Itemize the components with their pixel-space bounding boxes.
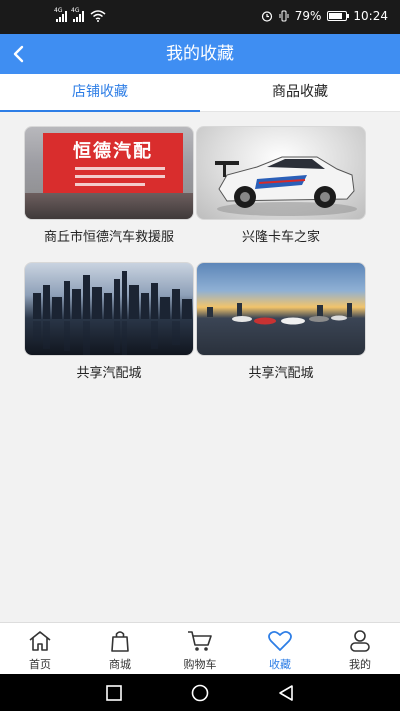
signal-icon: 4G <box>71 7 84 22</box>
nav-favorites[interactable]: 收藏 <box>240 623 320 674</box>
store-photo <box>24 262 194 356</box>
nav-home[interactable]: 首页 <box>0 623 80 674</box>
battery-icon <box>327 11 350 21</box>
signal-icon: 4G <box>54 7 67 22</box>
back-nav-button[interactable] <box>276 683 296 703</box>
favorite-name: 共享汽配城 <box>248 366 314 381</box>
home-icon <box>29 631 51 651</box>
nav-label: 收藏 <box>269 658 291 671</box>
nav-label: 首页 <box>29 658 51 671</box>
wifi-icon <box>90 10 106 22</box>
nav-mall[interactable]: 商城 <box>80 623 160 674</box>
network-type-label: 4G <box>54 7 63 14</box>
vibrate-icon <box>279 10 289 22</box>
bottom-nav: 首页 商城 购物车 收藏 我的 <box>0 622 400 674</box>
heart-icon <box>268 630 292 651</box>
favorite-card[interactable]: 共享汽配城 <box>192 248 382 384</box>
alarm-icon <box>261 11 272 22</box>
clock: 10:24 <box>353 9 388 23</box>
home-button[interactable] <box>190 683 210 703</box>
recents-button[interactable] <box>104 683 124 703</box>
favorite-card[interactable]: 兴隆卡车之家 <box>192 112 382 248</box>
favorite-name: 商丘市恒德汽车救援服 <box>43 230 174 245</box>
tab-store-favorites[interactable]: 店铺收藏 <box>0 74 200 112</box>
store-photo: 恒德汽配 <box>24 126 194 220</box>
favorite-name: 兴隆卡车之家 <box>241 230 320 245</box>
store-sign: 恒德汽配 <box>43 133 183 195</box>
system-nav-bar <box>0 674 400 711</box>
city-skyline-image <box>33 271 192 355</box>
store-photo <box>196 126 366 220</box>
store-photo <box>196 262 366 356</box>
shopping-bag-icon <box>111 631 129 652</box>
header: 我的收藏 <box>0 34 400 74</box>
status-bar: 4G 4G 79% 10:24 <box>0 0 400 34</box>
network-type-label: 4G <box>71 7 80 14</box>
nav-label: 我的 <box>349 658 371 671</box>
battery-percent: 79% <box>294 9 322 23</box>
tab-bar: 店铺收藏 商品收藏 <box>0 74 400 112</box>
cart-icon <box>188 631 212 651</box>
favorite-card[interactable]: 共享汽配城 <box>20 248 210 384</box>
favorite-card[interactable]: 恒德汽配 商丘市恒德汽车救援服 <box>20 112 210 248</box>
nav-label: 购物车 <box>183 658 217 671</box>
nav-me[interactable]: 我的 <box>320 623 400 674</box>
user-icon <box>350 630 370 652</box>
nav-cart[interactable]: 购物车 <box>160 623 240 674</box>
cars-lineup-image <box>207 303 352 325</box>
favorites-grid: 恒德汽配 商丘市恒德汽车救援服 兴隆卡车之家 共享汽配城 共享汽配城 <box>0 112 400 384</box>
nav-label: 商城 <box>109 658 131 671</box>
race-car-image <box>215 156 357 216</box>
store-sign-text: 恒德汽配 <box>73 141 153 162</box>
tab-product-favorites[interactable]: 商品收藏 <box>200 74 400 111</box>
favorite-name: 共享汽配城 <box>76 366 142 381</box>
page-title: 我的收藏 <box>166 44 234 64</box>
